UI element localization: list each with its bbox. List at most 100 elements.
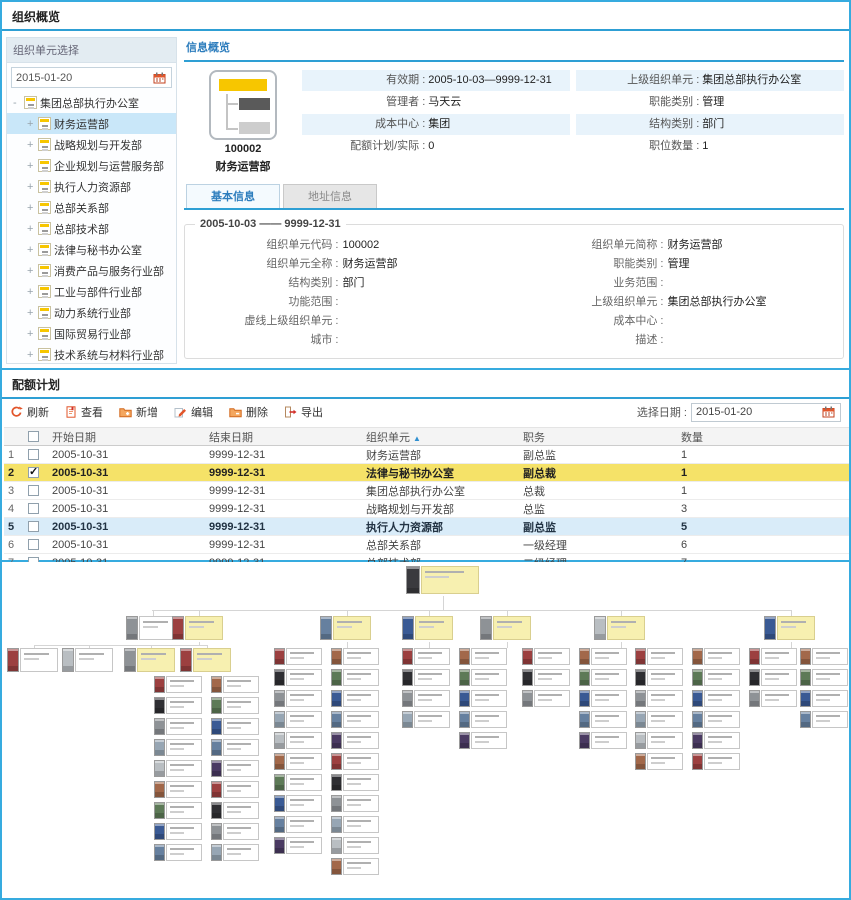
org-chart-node[interactable] bbox=[331, 732, 379, 749]
org-chart-node[interactable] bbox=[331, 690, 379, 707]
row-checkbox[interactable] bbox=[28, 539, 39, 550]
org-chart-node[interactable] bbox=[211, 781, 259, 798]
org-chart-node[interactable] bbox=[800, 711, 848, 728]
org-chart-node[interactable] bbox=[274, 795, 322, 812]
org-chart-node[interactable] bbox=[459, 690, 507, 707]
org-chart-node[interactable] bbox=[635, 711, 683, 728]
org-chart-node[interactable] bbox=[154, 697, 202, 714]
expand-icon[interactable]: + bbox=[27, 140, 35, 150]
calendar-icon[interactable] bbox=[822, 406, 840, 418]
org-chart-node[interactable] bbox=[154, 823, 202, 840]
expand-icon[interactable]: + bbox=[27, 287, 35, 297]
org-chart-node[interactable] bbox=[594, 616, 645, 640]
org-chart-node[interactable] bbox=[800, 648, 848, 665]
refresh-button[interactable]: 刷新 bbox=[10, 404, 49, 420]
org-chart-node[interactable] bbox=[320, 616, 371, 640]
tree-item[interactable]: +技术系统与材料行业部 bbox=[7, 344, 176, 364]
org-chart-node[interactable] bbox=[274, 753, 322, 770]
org-chart-node[interactable] bbox=[402, 669, 450, 686]
tree-root-item[interactable]: -集团总部执行办公室 bbox=[7, 92, 176, 113]
table-row[interactable]: 52005-10-319999-12-31执行人力资源部副总监5 bbox=[4, 518, 849, 536]
org-chart-node[interactable] bbox=[579, 711, 627, 728]
org-date-input[interactable] bbox=[12, 72, 153, 84]
org-chart-node[interactable] bbox=[331, 816, 379, 833]
tree-item[interactable]: +国际贸易行业部 bbox=[7, 323, 176, 344]
expand-icon[interactable]: + bbox=[27, 308, 35, 318]
org-chart-node[interactable] bbox=[402, 616, 453, 640]
org-chart-node[interactable] bbox=[692, 648, 740, 665]
org-chart-node[interactable] bbox=[331, 795, 379, 812]
org-chart-node[interactable] bbox=[211, 718, 259, 735]
org-chart-node[interactable] bbox=[692, 711, 740, 728]
org-chart-node[interactable] bbox=[800, 669, 848, 686]
org-chart-node[interactable] bbox=[154, 718, 202, 735]
org-chart-node[interactable] bbox=[211, 802, 259, 819]
org-chart-node[interactable] bbox=[692, 669, 740, 686]
org-chart-node[interactable] bbox=[749, 648, 797, 665]
org-chart-node[interactable] bbox=[402, 711, 450, 728]
org-chart-node[interactable] bbox=[522, 669, 570, 686]
org-chart-node[interactable] bbox=[274, 774, 322, 791]
org-chart-node[interactable] bbox=[274, 669, 322, 686]
org-chart-node[interactable] bbox=[749, 690, 797, 707]
view-button[interactable]: 查看 bbox=[65, 404, 103, 420]
calendar-icon[interactable] bbox=[153, 72, 171, 84]
table-row[interactable]: 12005-10-319999-12-31财务运营部副总监1 bbox=[4, 446, 849, 464]
org-chart-node[interactable] bbox=[211, 823, 259, 840]
tree-item[interactable]: +总部技术部 bbox=[7, 218, 176, 239]
export-button[interactable]: 导出 bbox=[284, 404, 323, 420]
org-chart-node[interactable] bbox=[62, 648, 113, 672]
org-chart-node[interactable] bbox=[331, 648, 379, 665]
org-chart-node[interactable] bbox=[402, 648, 450, 665]
org-chart-node[interactable] bbox=[331, 669, 379, 686]
org-chart-node[interactable] bbox=[331, 753, 379, 770]
org-chart-node[interactable] bbox=[635, 648, 683, 665]
org-chart-node[interactable] bbox=[635, 669, 683, 686]
org-chart-node[interactable] bbox=[154, 844, 202, 861]
org-chart-node[interactable] bbox=[211, 760, 259, 777]
org-chart-node[interactable] bbox=[579, 648, 627, 665]
org-chart-node[interactable] bbox=[459, 648, 507, 665]
expand-icon[interactable]: + bbox=[27, 224, 35, 234]
tree-item[interactable]: +企业规划与运营服务部 bbox=[7, 155, 176, 176]
org-chart-node[interactable] bbox=[124, 648, 175, 672]
select-all-header[interactable] bbox=[24, 428, 48, 446]
org-chart-node[interactable] bbox=[172, 616, 223, 640]
org-chart-node[interactable] bbox=[274, 816, 322, 833]
org-chart-node[interactable] bbox=[522, 648, 570, 665]
org-chart-node[interactable] bbox=[635, 753, 683, 770]
org-chart-node[interactable] bbox=[331, 774, 379, 791]
org-chart-node[interactable] bbox=[180, 648, 231, 672]
row-checkbox[interactable] bbox=[28, 485, 39, 496]
org-chart-node[interactable] bbox=[459, 669, 507, 686]
tree-item[interactable]: +战略规划与开发部 bbox=[7, 134, 176, 155]
org-chart-node[interactable] bbox=[459, 711, 507, 728]
org-chart-node[interactable] bbox=[331, 711, 379, 728]
org-chart-node[interactable] bbox=[274, 690, 322, 707]
tree-item[interactable]: +消费产品与服务行业部 bbox=[7, 260, 176, 281]
collapse-icon[interactable]: - bbox=[13, 98, 21, 108]
org-chart-node[interactable] bbox=[635, 690, 683, 707]
org-chart-node[interactable] bbox=[480, 616, 531, 640]
org-chart-node[interactable] bbox=[154, 676, 202, 693]
row-checkbox[interactable] bbox=[28, 449, 39, 460]
row-checkbox[interactable] bbox=[28, 521, 39, 532]
org-chart-node[interactable] bbox=[211, 844, 259, 861]
org-chart-node[interactable] bbox=[126, 616, 177, 640]
org-chart-node[interactable] bbox=[692, 732, 740, 749]
org-chart-node[interactable] bbox=[635, 732, 683, 749]
org-chart-node[interactable] bbox=[211, 697, 259, 714]
org-chart-node[interactable] bbox=[579, 669, 627, 686]
expand-icon[interactable]: + bbox=[27, 119, 35, 129]
tree-item[interactable]: +财务运营部 bbox=[7, 113, 176, 134]
add-button[interactable]: 新增 bbox=[119, 404, 158, 420]
row-checkbox[interactable] bbox=[28, 467, 39, 478]
tree-item[interactable]: +工业与部件行业部 bbox=[7, 281, 176, 302]
org-chart-node[interactable] bbox=[154, 760, 202, 777]
org-chart-node[interactable] bbox=[211, 739, 259, 756]
expand-icon[interactable]: + bbox=[27, 161, 35, 171]
org-chart-node[interactable] bbox=[154, 781, 202, 798]
org-chart-node[interactable] bbox=[406, 566, 479, 594]
expand-icon[interactable]: + bbox=[27, 329, 35, 339]
column-header[interactable]: 开始日期 bbox=[48, 428, 205, 446]
